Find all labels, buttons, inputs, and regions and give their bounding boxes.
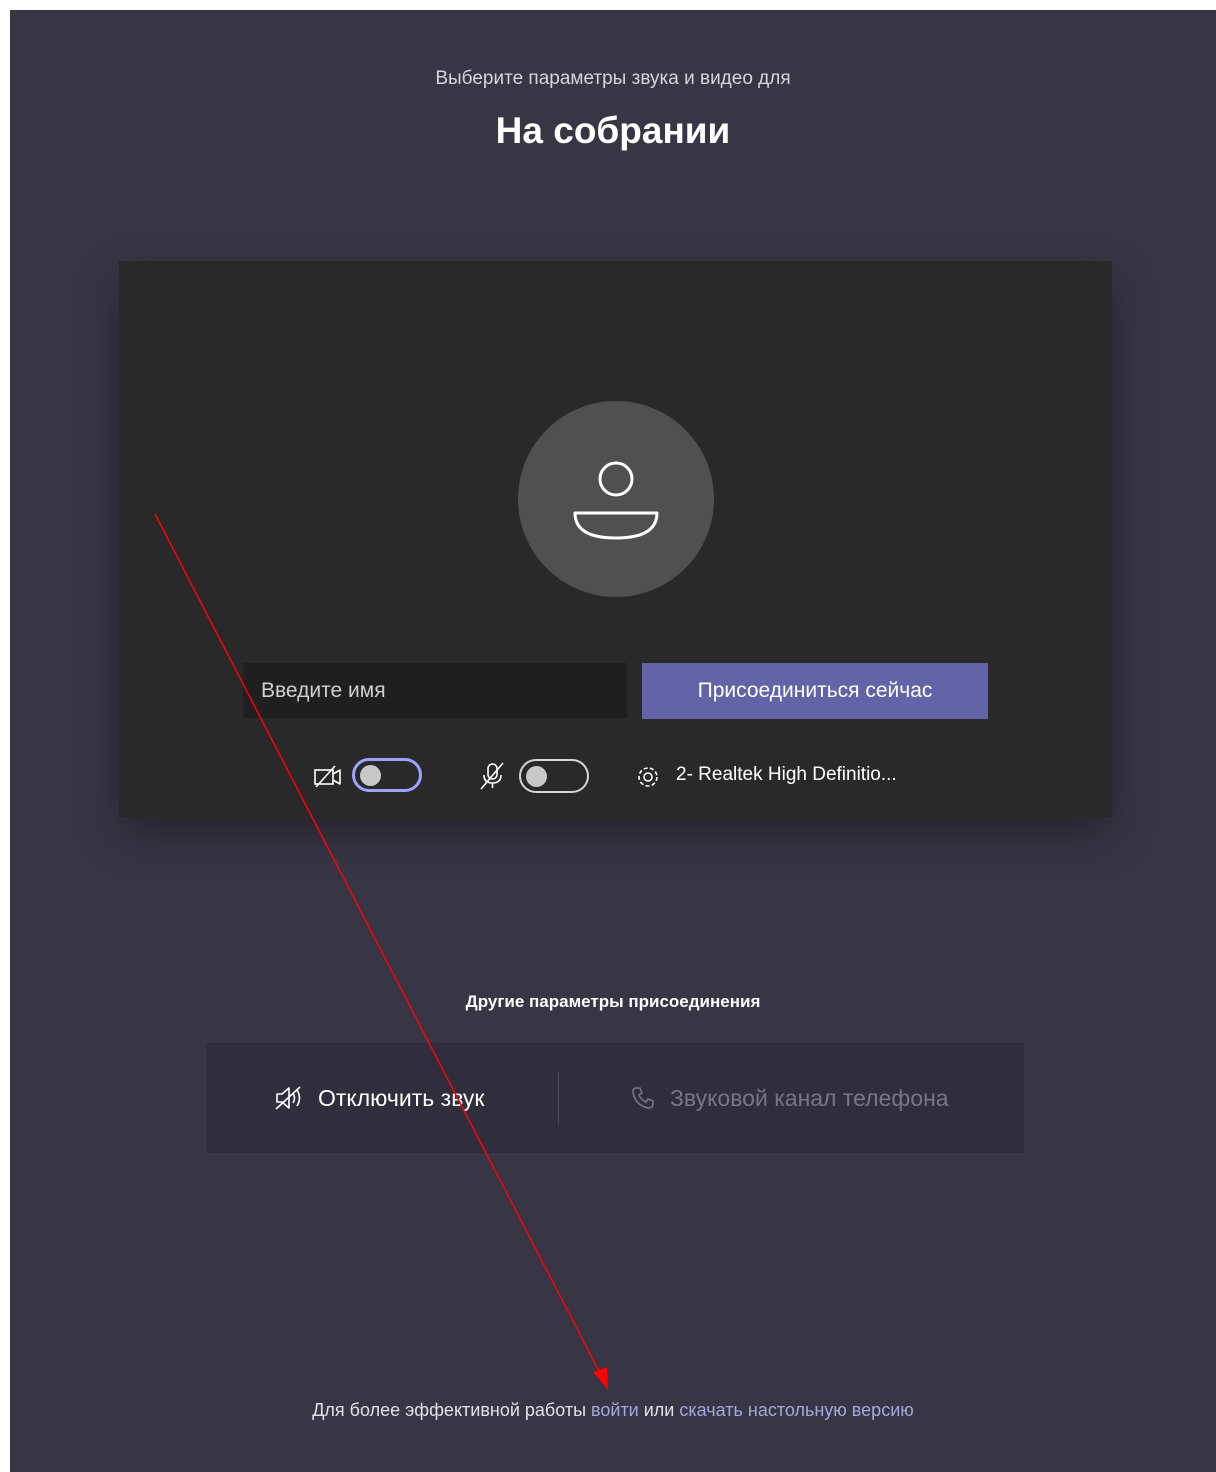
audio-device-label[interactable]: 2- Realtek High Definitio... [676, 764, 897, 786]
phone-icon [632, 1087, 654, 1109]
sign-in-link[interactable]: войти [591, 1400, 639, 1420]
meeting-prejoin-screen: Выберите параметры звука и видео для На … [10, 10, 1216, 1472]
download-desktop-link[interactable]: скачать настольную версию [679, 1400, 913, 1420]
footer-text: Для более эффективной работы [312, 1400, 592, 1420]
audio-off-label: Отключить звук [318, 1084, 485, 1111]
join-now-button[interactable]: Присоединиться сейчас [642, 663, 988, 719]
phone-audio-option[interactable]: Звуковой канал телефона [630, 1043, 949, 1153]
video-toggle[interactable] [352, 758, 422, 792]
device-controls: 2- Realtek High Definitio... [119, 756, 1112, 800]
mic-toggle[interactable] [519, 759, 589, 793]
footer-message: Для более эффективной работы войти или с… [10, 1400, 1216, 1421]
other-join-options: Отключить звук Звуковой канал телефона [206, 1043, 1024, 1153]
options-divider [558, 1071, 559, 1125]
audio-off-option[interactable]: Отключить звук [274, 1043, 484, 1153]
mic-toggle-knob [526, 766, 547, 787]
camera-off-icon [313, 763, 343, 794]
phone-audio-label: Звуковой канал телефона [670, 1084, 949, 1111]
device-settings-gear-icon[interactable] [634, 763, 662, 796]
other-options-heading: Другие параметры присоединения [465, 992, 761, 1011]
video-toggle-knob [360, 765, 381, 786]
video-preview-panel: Присоединиться сейчас [119, 261, 1112, 817]
footer-or-text: или [638, 1400, 680, 1420]
person-icon [573, 461, 659, 540]
avatar [518, 401, 714, 597]
speaker-off-icon [275, 1086, 301, 1110]
name-input[interactable] [243, 663, 627, 718]
mic-off-icon [477, 761, 507, 796]
meeting-title: На собрании [495, 110, 731, 151]
prejoin-subtitle: Выберите параметры звука и видео для [435, 68, 791, 89]
